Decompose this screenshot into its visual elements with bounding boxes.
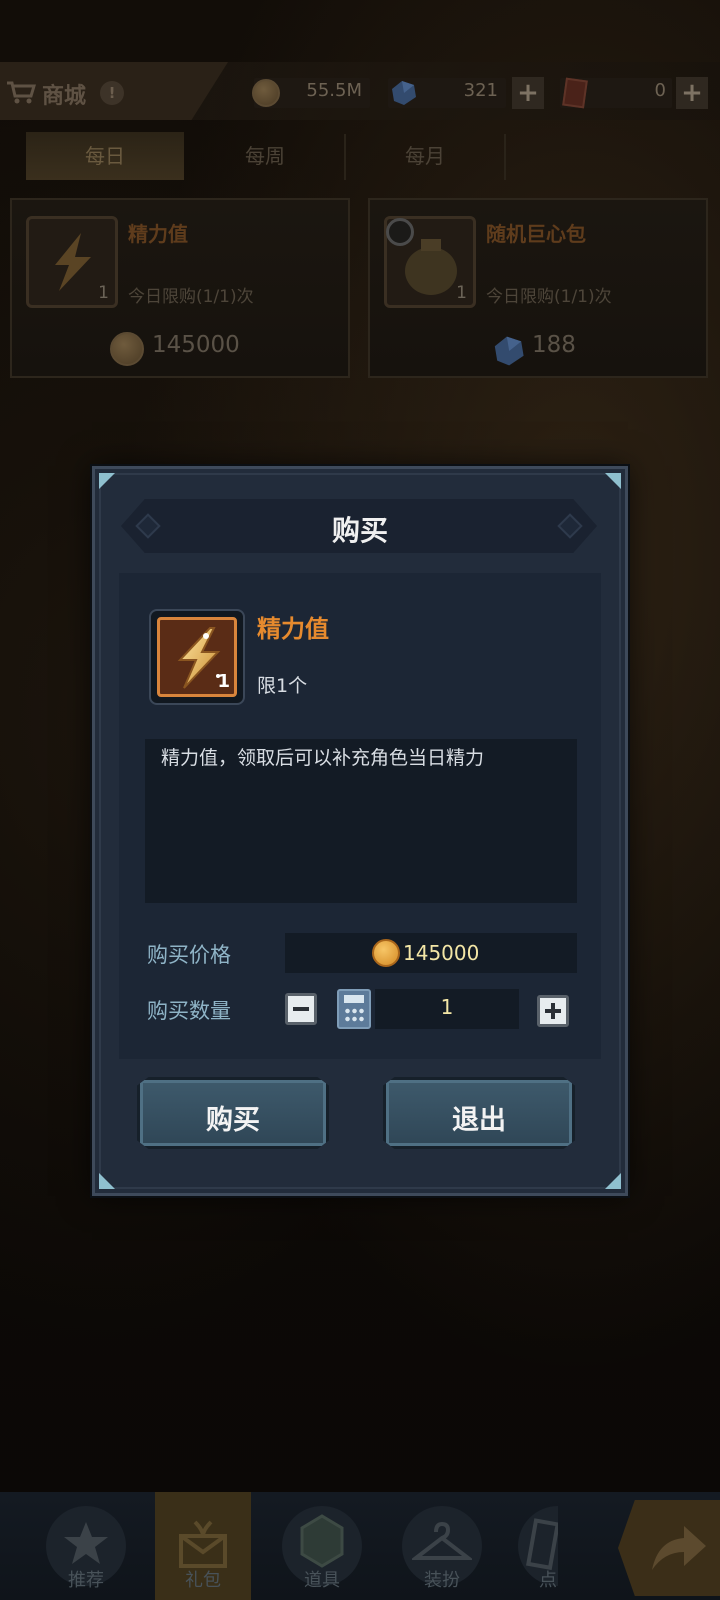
tab-monthly[interactable]: 每月: [346, 132, 504, 180]
gem-balance: 321: [463, 80, 498, 101]
shop-title: 商城: [42, 84, 87, 109]
dialog-title: 购买: [331, 514, 388, 547]
star-icon: [64, 1522, 108, 1564]
calculator-screen: [344, 995, 364, 1003]
card-limit: 今日限购(1/1)次: [486, 287, 612, 307]
ticket-balance: 0: [654, 80, 666, 101]
cart-icon: [7, 81, 36, 104]
nav-label: 推荐: [68, 1570, 104, 1591]
card-title: 随机巨心包: [486, 222, 586, 246]
coin-balance: 55.5M: [306, 80, 362, 101]
item-name: 精力值: [257, 615, 329, 643]
add-tickets-button[interactable]: +: [676, 77, 708, 109]
hanger-icon: [412, 1522, 472, 1560]
item-limit: 限1个: [257, 675, 308, 697]
nav-label: 道具: [304, 1570, 340, 1591]
item-description: 精力值，领取后可以补充角色当日精力: [161, 747, 485, 769]
quantity-value: 1: [440, 995, 454, 1019]
item-count: 1: [98, 283, 109, 303]
arrow-icon: [652, 1526, 706, 1570]
quantity-label: 购买数量: [147, 999, 231, 1023]
tab-weekly[interactable]: 每周: [186, 132, 344, 180]
question-icon[interactable]: !: [100, 81, 124, 105]
calculator-keys: [344, 1007, 364, 1023]
clock-icon: [386, 218, 414, 246]
card-title: 精力值: [128, 222, 188, 246]
coin-icon: [110, 332, 144, 366]
card-icon: [526, 1518, 558, 1570]
gem-icon: [494, 336, 524, 366]
price-value: 145000: [403, 941, 480, 965]
item-count: 1: [456, 283, 467, 303]
nav-label: 礼包: [185, 1570, 221, 1591]
exit-button[interactable]: 退出: [383, 1077, 575, 1149]
price-label: 购买价格: [147, 943, 231, 967]
nav-label: 点: [539, 1570, 557, 1591]
share-button[interactable]: [618, 1500, 720, 1596]
decrease-quantity-button[interactable]: [285, 993, 317, 1025]
energy-item-icon: 1: [157, 617, 237, 697]
hexagon-icon: [300, 1514, 344, 1568]
gem-icon: [392, 81, 416, 105]
card-price: 188: [532, 332, 576, 358]
nav-label: 装扮: [424, 1570, 460, 1591]
card-limit: 今日限购(1/1)次: [128, 287, 254, 307]
calculator-icon[interactable]: [337, 989, 371, 1029]
item-icon-frame: 1: [149, 609, 245, 705]
item-count: 1: [217, 671, 230, 692]
tab-divider: [504, 134, 506, 180]
product-card-mystery-pack[interactable]: 1 随机巨心包 今日限购(1/1)次 188: [368, 198, 708, 378]
add-gems-button[interactable]: +: [512, 77, 544, 109]
buy-button-label: 购买: [206, 1105, 260, 1136]
exit-button-label: 退出: [452, 1105, 506, 1136]
increase-quantity-button[interactable]: [537, 995, 569, 1027]
ticket-icon: [562, 77, 588, 109]
product-card-energy[interactable]: 1 精力值 今日限购(1/1)次 145000: [10, 198, 350, 378]
gift-icon: [179, 1520, 227, 1568]
buy-button[interactable]: 购买: [137, 1077, 329, 1149]
tab-daily[interactable]: 每日: [26, 132, 184, 180]
coin-icon: [372, 939, 400, 967]
energy-item-icon: 1: [26, 216, 118, 308]
card-price: 145000: [152, 332, 240, 358]
purchase-dialog: 购买 1 精力值 限1个 精力值，领取后可以补充角色当日精力 购买价格 1450…: [92, 466, 628, 1196]
